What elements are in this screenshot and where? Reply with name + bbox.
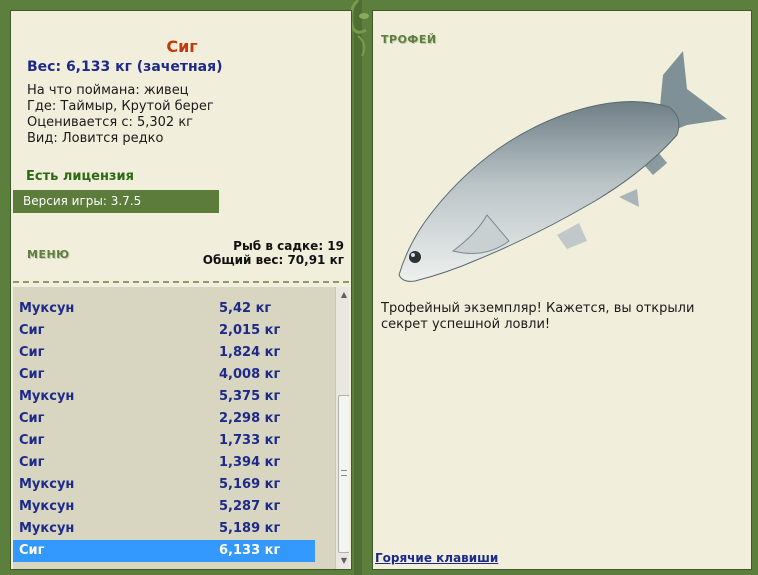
- hotkeys-link[interactable]: Горячие клавиши: [375, 551, 498, 565]
- fish-list-item[interactable]: Муксун 5,169 кг: [13, 474, 315, 496]
- location-info: Где: Таймыр, Крутой берег: [27, 99, 214, 114]
- fish-list-item-weight: 1,824 кг: [219, 345, 281, 360]
- fish-list-item[interactable]: Сиг 1,824 кг: [13, 342, 315, 364]
- license-status: Есть лицензия: [26, 169, 134, 184]
- fish-list-item[interactable]: Сиг 2,298 кг: [13, 408, 315, 430]
- scrollbar-thumb[interactable]: [338, 395, 349, 553]
- fish-list-item-name: Сиг: [19, 411, 45, 426]
- whitefish-image: [398, 51, 727, 282]
- fish-list-item-weight: 5,287 кг: [219, 499, 281, 514]
- fish-list-item-weight: 2,298 кг: [219, 411, 281, 426]
- fish-list-item[interactable]: Сиг 2,015 кг: [13, 320, 315, 342]
- fish-list-item[interactable]: Муксун 5,287 кг: [13, 496, 315, 518]
- fish-list-item[interactable]: Сиг 6,133 кг: [13, 540, 315, 562]
- fish-list-item-weight: 5,375 кг: [219, 389, 281, 404]
- fish-list-item-name: Сиг: [19, 455, 45, 470]
- fish-list-item-name: Муксун: [19, 389, 75, 404]
- fish-list-item-name: Сиг: [19, 345, 45, 360]
- valuation-info: Оценивается с: 5,302 кг: [27, 115, 194, 130]
- fish-list-item[interactable]: Муксун 5,189 кг: [13, 518, 315, 540]
- catch-info-panel: Сиг Вес: 6,133 кг (зачетная) На что пойм…: [10, 10, 352, 570]
- fish-list-item[interactable]: Сиг 1,394 кг: [13, 452, 315, 474]
- game-version: Версия игры: 3.7.5: [13, 190, 219, 213]
- fish-list-item[interactable]: Сиг 1,733 кг: [13, 430, 315, 452]
- fish-list-item[interactable]: Муксун 5,375 кг: [13, 386, 315, 408]
- fish-list-item-weight: 6,133 кг: [219, 543, 281, 558]
- fish-list-item-weight: 4,008 кг: [219, 367, 281, 382]
- bait-info: На что поймана: живец: [27, 83, 189, 98]
- fish-list-item-name: Сиг: [19, 433, 45, 448]
- catch-stats: Рыб в садке: 19 Общий вес: 70,91 кг: [203, 239, 344, 267]
- menu-button[interactable]: МЕНЮ: [27, 248, 70, 261]
- dashed-divider: [13, 281, 349, 283]
- scrollbar-grip-icon: [341, 470, 347, 476]
- caught-fish-name: Сиг: [166, 37, 198, 56]
- species-info: Вид: Ловится редко: [27, 131, 164, 146]
- fish-list-item-weight: 5,169 кг: [219, 477, 281, 492]
- fish-in-net-count: Рыб в садке: 19: [233, 239, 344, 253]
- fish-list-item[interactable]: Муксун 5,42 кг: [13, 298, 315, 320]
- fish-list-item-name: Муксун: [19, 301, 75, 316]
- fish-list-item-weight: 1,394 кг: [219, 455, 281, 470]
- fish-list-item-name: Сиг: [19, 543, 45, 558]
- trophy-message: Трофейный экземпляр! Кажется, вы открыли…: [381, 301, 695, 332]
- fish-list-item-weight: 5,42 кг: [219, 301, 272, 316]
- fish-list-item-name: Сиг: [19, 367, 45, 382]
- caught-fish-weight: Вес: 6,133 кг (зачетная): [27, 59, 223, 75]
- list-scrollbar[interactable]: ▲ ▼: [335, 287, 349, 569]
- fish-list-item-weight: 1,733 кг: [219, 433, 281, 448]
- fish-list-item-name: Муксун: [19, 521, 75, 536]
- fish-list-item-weight: 5,189 кг: [219, 521, 281, 536]
- scroll-up-arrow-icon[interactable]: ▲: [336, 287, 349, 303]
- fish-list-item-name: Сиг: [19, 323, 45, 338]
- trophy-panel: ТРОФЕЙ Трофейный экземпляр! Кажется, вы …: [372, 10, 752, 570]
- fish-list-item-name: Муксун: [19, 499, 75, 514]
- total-weight: Общий вес: 70,91 кг: [202, 253, 344, 267]
- fish-list-item[interactable]: Сиг 4,008 кг: [13, 364, 315, 386]
- scroll-down-arrow-icon[interactable]: ▼: [336, 553, 349, 569]
- fish-list[interactable]: Муксун 5,42 кг Сиг 2,015 кг Сиг 1,824 кг Сиг 4,…: [13, 287, 349, 569]
- fish-list-item-weight: 2,015 кг: [219, 323, 281, 338]
- fish-list-item-name: Муксун: [19, 477, 75, 492]
